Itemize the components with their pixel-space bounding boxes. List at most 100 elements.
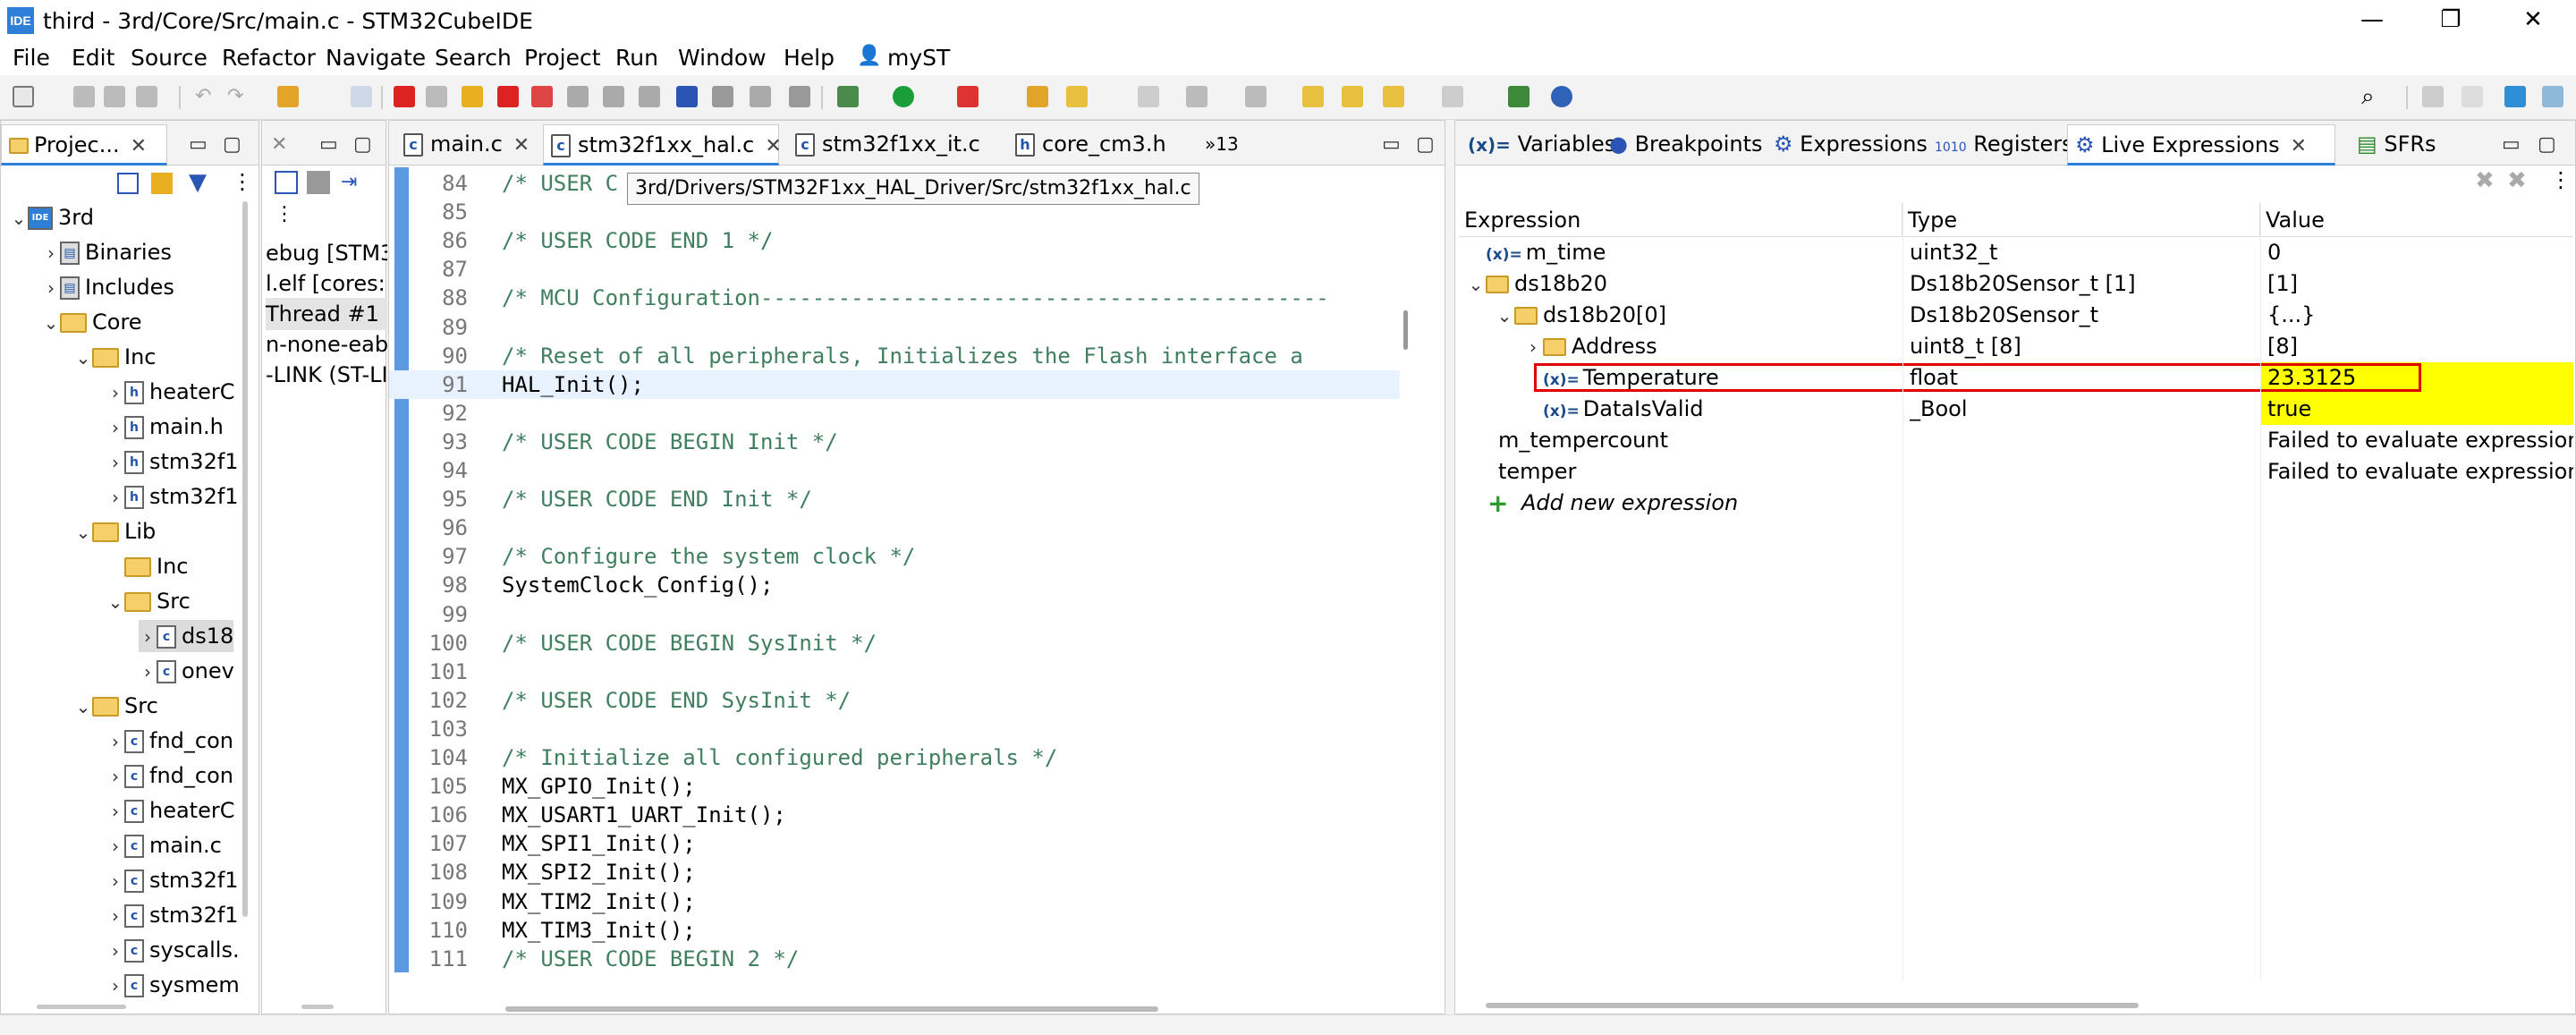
- tree-item[interactable]: ›csystem_: [106, 1004, 238, 1006]
- menu-edit[interactable]: Edit: [72, 45, 114, 71]
- maximize-view-icon[interactable]: ▢: [223, 133, 242, 156]
- minimize-view-icon[interactable]: ▭: [1382, 133, 1401, 156]
- collapse-all-icon[interactable]: [275, 171, 298, 194]
- tab-variables[interactable]: (x)= Variables: [1461, 124, 1623, 165]
- code-line[interactable]: 87: [389, 255, 1400, 284]
- debug-item-stlink[interactable]: -LINK (ST-LII: [266, 359, 387, 389]
- menu-myst[interactable]: myST: [887, 45, 950, 71]
- view-menu-icon[interactable]: ⋮: [275, 203, 294, 225]
- chevron-right-icon[interactable]: ›: [106, 970, 124, 1002]
- code-line[interactable]: 97 /* Configure the system clock */: [389, 542, 1400, 571]
- filter-icon[interactable]: ▼: [189, 169, 207, 196]
- tree-item[interactable]: › c fnd_con: [106, 759, 233, 792]
- minimize-button[interactable]: —: [2331, 0, 2413, 41]
- code-line[interactable]: 95 /* USER CODE END Init */: [389, 485, 1400, 513]
- collapse-all-icon[interactable]: [117, 173, 139, 194]
- tab-sfrs[interactable]: ▤ SFRs: [2350, 124, 2444, 165]
- step-over-icon[interactable]: [603, 86, 624, 107]
- column-type[interactable]: Type: [1902, 203, 2260, 237]
- code-line[interactable]: 107 MX_SPI1_Init();: [389, 829, 1400, 858]
- minimize-view-icon[interactable]: ▭: [319, 133, 338, 156]
- add-expression-row[interactable]: + Add new expression: [1459, 488, 2573, 519]
- tree-item[interactable]: ⌄ IDE 3rd: [10, 201, 94, 233]
- terminate-icon[interactable]: [497, 86, 519, 107]
- tree-item[interactable]: › c syscalls.: [106, 934, 240, 966]
- pen-icon[interactable]: [1138, 86, 1159, 107]
- tab-overflow[interactable]: »13: [1198, 124, 1246, 165]
- tree-item[interactable]: › c main.c: [106, 829, 222, 861]
- chevron-right-icon[interactable]: ›: [106, 830, 124, 862]
- redo-icon[interactable]: ↷: [227, 86, 249, 107]
- menu-file[interactable]: File: [13, 45, 50, 71]
- code-line[interactable]: 99: [389, 600, 1400, 629]
- table-row[interactable]: temper Failed to evaluate expression: [1459, 456, 2573, 488]
- run-icon[interactable]: [893, 86, 914, 107]
- open-folder-icon[interactable]: [1027, 86, 1048, 107]
- annotation-icon[interactable]: [1186, 86, 1208, 107]
- new-file-icon[interactable]: [13, 86, 34, 107]
- chevron-right-icon[interactable]: ›: [106, 446, 124, 479]
- code-line[interactable]: 100 /* USER CODE BEGIN SysInit */: [389, 629, 1400, 657]
- code-line[interactable]: 103: [389, 715, 1400, 743]
- tree-item[interactable]: › h stm32f1: [106, 445, 239, 478]
- chevron-right-icon[interactable]: ›: [106, 377, 124, 409]
- tree-item[interactable]: › h main.h: [106, 411, 224, 443]
- tree-item[interactable]: ⌄ Inc: [74, 341, 157, 373]
- table-row[interactable]: m_tempercount Failed to evaluate expressi…: [1459, 425, 2573, 456]
- chevron-right-icon[interactable]: ›: [139, 621, 157, 653]
- tree-item[interactable]: › c stm32f1: [106, 899, 239, 931]
- tab-main-c[interactable]: c main.c ✕: [396, 124, 538, 165]
- menu-run[interactable]: Run: [615, 45, 658, 71]
- close-icon[interactable]: ✕: [131, 135, 147, 157]
- close-icon[interactable]: ✕: [765, 135, 781, 157]
- column-expression[interactable]: Expression: [1459, 203, 1902, 237]
- wand-icon[interactable]: [1066, 86, 1088, 107]
- tab-registers[interactable]: 1010 Registers: [1928, 124, 2080, 165]
- tab-project-explorer[interactable]: Projec... ✕: [1, 124, 167, 165]
- link-editor-icon[interactable]: [151, 173, 173, 194]
- chevron-right-icon[interactable]: ›: [106, 725, 124, 758]
- chevron-right-icon[interactable]: ›: [106, 935, 124, 967]
- code-line[interactable]: 92: [389, 399, 1400, 428]
- chevron-right-icon[interactable]: ›: [106, 411, 124, 444]
- tree-item[interactable]: › h heaterC: [106, 376, 234, 408]
- code-line[interactable]: 94: [389, 456, 1400, 485]
- perspective-mx-icon[interactable]: [2504, 86, 2526, 107]
- tree-item[interactable]: › c stm32f1: [106, 864, 239, 896]
- tree-item[interactable]: › c ds18: [139, 620, 234, 653]
- table-row[interactable]: ⌄ ds18b20 Ds18b20Sensor_t [1] [1]: [1459, 268, 2573, 300]
- view-menu-icon[interactable]: ⋮: [2550, 167, 2572, 192]
- table-horizontal-scrollbar[interactable]: [1486, 1003, 2139, 1008]
- menu-window[interactable]: Window: [678, 45, 767, 71]
- chevron-right-icon[interactable]: ›: [106, 795, 124, 827]
- maximize-view-icon[interactable]: ▢: [2538, 133, 2556, 156]
- tab-stm32f1xx-hal-c[interactable]: c stm32f1xx_hal.c ✕: [543, 124, 782, 165]
- editor-vertical-scrollbar[interactable]: [1403, 310, 1408, 350]
- search-file-icon[interactable]: [351, 86, 372, 107]
- search-icon[interactable]: ⌕: [2361, 85, 2383, 108]
- code-line[interactable]: 93 /* USER CODE BEGIN Init */: [389, 428, 1400, 456]
- reset-icon[interactable]: [750, 86, 771, 107]
- chevron-down-icon[interactable]: ⌄: [106, 586, 124, 618]
- tab-breakpoints[interactable]: ● Breakpoints: [1602, 124, 1769, 165]
- undo-icon[interactable]: ↶: [195, 86, 216, 107]
- table-row[interactable]: (x)= DataIsValid _Bool true: [1459, 394, 2573, 425]
- tree-item[interactable]: ⌄ Lib: [74, 515, 157, 547]
- maximize-view-icon[interactable]: ▢: [1416, 133, 1435, 156]
- minimize-view-icon[interactable]: ▭: [189, 133, 208, 156]
- info-icon[interactable]: [1551, 86, 1572, 107]
- step-filter-icon[interactable]: ⇥: [341, 171, 371, 194]
- remove-launch-icon[interactable]: [307, 171, 330, 194]
- tree-item[interactable]: Inc: [106, 550, 188, 582]
- menu-project[interactable]: Project: [524, 45, 601, 71]
- chevron-down-icon[interactable]: ⌄: [42, 307, 60, 339]
- code-line[interactable]: 101: [389, 657, 1400, 686]
- tree-item[interactable]: › c onev: [139, 655, 234, 687]
- back-icon[interactable]: [1302, 86, 1324, 107]
- perspective-cpp-icon[interactable]: [2422, 86, 2444, 107]
- next-edit-icon[interactable]: [1442, 86, 1463, 107]
- next-annotation-icon[interactable]: [1245, 86, 1267, 107]
- debug-item-thread[interactable]: Thread #1 [: [266, 298, 387, 330]
- code-line[interactable]: 88 /* MCU Configuration------------------…: [389, 284, 1400, 312]
- tree-item[interactable]: ⌄ Core: [42, 306, 142, 338]
